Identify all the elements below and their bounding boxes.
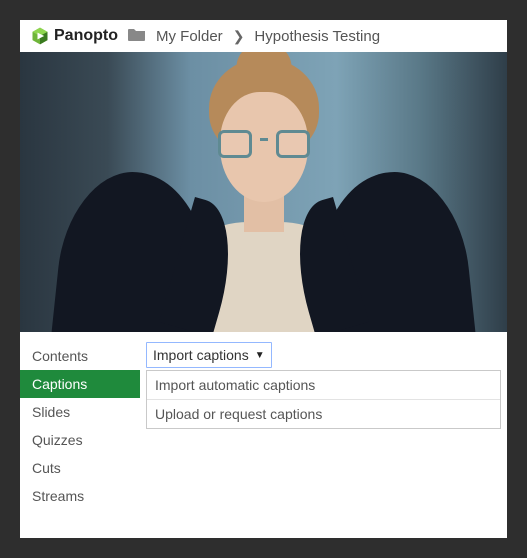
lens-right bbox=[276, 130, 310, 158]
import-captions-dropdown[interactable]: Import captions ▼ bbox=[146, 342, 272, 368]
lens-left bbox=[218, 130, 252, 158]
lower-pane: Contents Captions Slides Quizzes Cuts St… bbox=[20, 332, 507, 538]
folder-icon bbox=[128, 27, 146, 45]
brand-logo: Panopto bbox=[30, 26, 118, 46]
brand-name: Panopto bbox=[54, 27, 118, 45]
breadcrumb-folder[interactable]: My Folder bbox=[156, 28, 223, 45]
editor-tabs: Contents Captions Slides Quizzes Cuts St… bbox=[20, 332, 140, 538]
person-glasses bbox=[218, 130, 310, 158]
dropdown-label: Import captions bbox=[153, 347, 249, 363]
editor-panel: Panopto My Folder ❯ Hypothesis Testing C… bbox=[20, 20, 507, 538]
tab-slides[interactable]: Slides bbox=[20, 398, 140, 426]
tab-contents[interactable]: Contents bbox=[20, 342, 140, 370]
caret-down-icon: ▼ bbox=[255, 350, 265, 361]
option-import-automatic[interactable]: Import automatic captions bbox=[147, 371, 500, 400]
video-preview[interactable] bbox=[20, 52, 507, 332]
tab-streams[interactable]: Streams bbox=[20, 482, 140, 510]
option-upload-or-request[interactable]: Upload or request captions bbox=[147, 400, 500, 428]
chevron-right-icon: ❯ bbox=[233, 28, 245, 45]
captions-pane: Import captions ▼ Import automatic capti… bbox=[140, 332, 507, 538]
tab-cuts[interactable]: Cuts bbox=[20, 454, 140, 482]
panopto-logo-icon bbox=[30, 26, 50, 46]
breadcrumb-page: Hypothesis Testing bbox=[254, 28, 380, 45]
tab-captions[interactable]: Captions bbox=[20, 370, 140, 398]
glasses-bridge bbox=[260, 138, 268, 141]
tab-quizzes[interactable]: Quizzes bbox=[20, 426, 140, 454]
import-captions-menu: Import automatic captions Upload or requ… bbox=[146, 370, 501, 429]
header-bar: Panopto My Folder ❯ Hypothesis Testing bbox=[20, 20, 507, 52]
